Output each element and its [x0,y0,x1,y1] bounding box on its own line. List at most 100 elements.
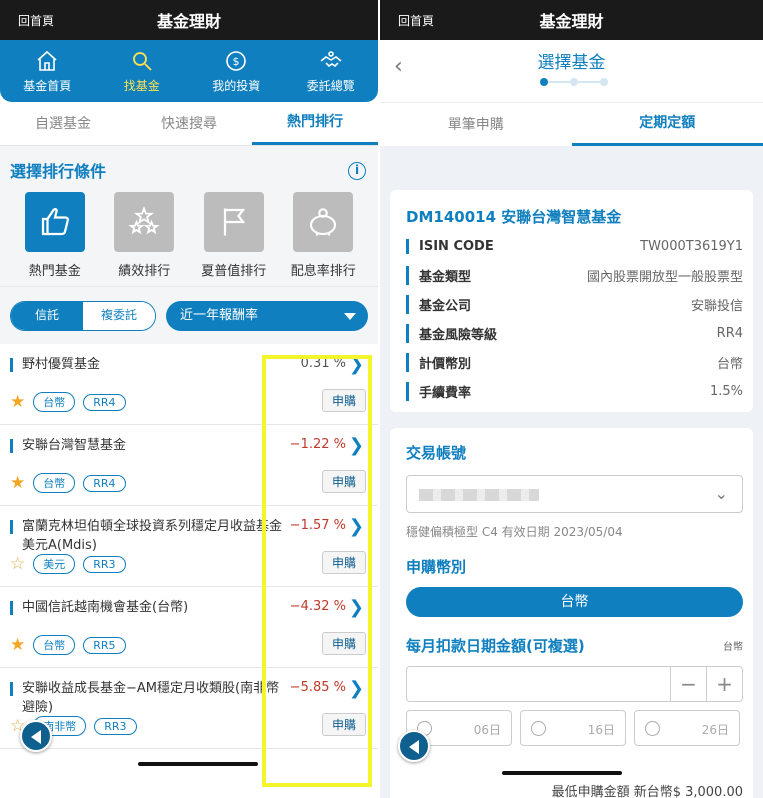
star-icon[interactable]: ★ [10,635,25,655]
svg-text:$: $ [233,55,240,68]
tab-single-purchase[interactable]: 單筆申購 [380,103,572,146]
criteria-hot-funds[interactable]: 熱門基金 [10,192,100,279]
fund-row[interactable]: 中國信託越南機會基金(台幣) −4.32 % ❯ ★ 台幣 RR5 申購 [0,587,378,668]
ranking-criteria: 選擇排行條件 i 熱門基金 績效排行 夏普值排行 配息率排行 [0,146,378,286]
stars-icon [128,205,160,235]
fund-name: 安聯台灣智慧基金 [22,438,127,453]
info-row: 手續費率 1.5% [406,382,743,401]
criteria-label: 配息率排行 [290,264,356,279]
day-option[interactable]: 26日 [634,710,740,746]
currency-section-title: 申購幣別 [406,558,467,576]
nav-orders[interactable]: 委託總覽 [284,40,379,102]
criteria-sharpe[interactable]: 夏普值排行 [189,192,279,279]
info-row: 基金類型 國內股票開放型一般股票型 [406,266,743,285]
fund-info-card: DM140014 安聯台灣智慧基金 ISIN CODE TW000T3619Y1 … [390,190,753,412]
info-key: 基金公司 [406,295,471,314]
buy-button[interactable]: 申購 [321,632,366,655]
tab-regular-investment[interactable]: 定期定額 [571,103,763,146]
tab-quick-search[interactable]: 快速搜尋 [126,102,252,145]
piggy-bank-icon [310,208,337,236]
back-arrow-icon[interactable] [20,720,52,752]
star-outline-icon[interactable]: ☆ [10,554,25,574]
fund-row[interactable]: 野村優質基金 0.31 % ❯ ★ 台幣 RR4 申購 [0,344,378,425]
nav-find-fund[interactable]: 找基金 [95,40,190,102]
back-arrow-icon[interactable] [398,730,430,762]
left-screen: 回首頁 基金理財 基金首頁 找基金 $ 我的投資 委託總覽 自選基金 快速搜尋 … [0,0,378,798]
day-label: 26日 [701,723,729,737]
nav-my-investment[interactable]: $ 我的投資 [189,40,284,102]
fund-return: −1.57 % [289,518,346,533]
home-indicator [138,762,258,766]
info-row: 計價幣別 台幣 [406,353,743,372]
fund-list: 野村優質基金 0.31 % ❯ ★ 台幣 RR4 申購 安聯台灣智慧基金 −1.… [0,344,378,749]
tab-bar: 自選基金 快速搜尋 熱門排行 [0,102,378,146]
criteria-performance[interactable]: 績效排行 [100,192,190,279]
day-label: 16日 [587,723,615,737]
day-label: 06日 [473,723,501,737]
day-option[interactable]: 16日 [520,710,626,746]
fund-row[interactable]: 安聯台灣智慧基金 −1.22 % ❯ ★ 台幣 RR4 申購 [0,425,378,506]
plus-button[interactable]: + [706,667,742,701]
amount-section-title: 每月扣款日期金額(可複選) [406,637,585,655]
info-value: RR4 [716,326,743,341]
fund-return: −1.22 % [289,437,346,452]
caret-down-icon [344,312,356,320]
fund-row[interactable]: 富蘭克林坦伯頓全球投資系列穩定月收益基金美元A(Mdis) −1.57 % ❯ … [0,506,378,587]
chevron-right-icon[interactable]: ❯ [349,597,364,618]
minus-button[interactable]: − [670,667,706,701]
chevron-down-icon: ⌄ [714,484,728,503]
star-icon[interactable]: ★ [10,473,25,493]
fund-title: DM140014 安聯台灣智慧基金 [406,208,622,226]
criteria-dividend[interactable]: 配息率排行 [279,192,369,279]
info-key: 計價幣別 [406,353,471,372]
nav-label: 委託總覽 [306,78,355,93]
risk-tag: RR4 [83,474,126,492]
buy-button[interactable]: 申購 [321,713,366,736]
return-period-dropdown[interactable]: 近一年報酬率 [166,300,368,331]
fund-name: 安聯收益成長基金−AM穩定月收類股(南非幣避險) [22,681,280,715]
info-value: 安聯投信 [690,299,743,314]
chevron-right-icon[interactable]: ❯ [349,516,364,537]
nav-label: 基金首頁 [23,78,72,93]
chevron-right-icon[interactable]: ❯ [349,435,364,456]
masked-account-number [419,489,539,501]
info-key: 手續費率 [406,382,471,401]
info-value: TW000T3619Y1 [640,239,743,254]
account-type-toggle: 信託 複委託 [10,300,156,331]
currency-option-twd[interactable]: 台幣 [406,587,743,617]
account-section-title: 交易帳號 [406,444,467,462]
segment-trust[interactable]: 信託 [11,301,83,330]
tab-hot-ranking[interactable]: 熱門排行 [252,102,378,145]
step-indicator [540,78,608,86]
buy-button[interactable]: 申購 [321,470,366,493]
buy-button[interactable]: 申購 [321,551,366,574]
fund-return: 0.31 % [300,356,346,371]
info-icon[interactable]: i [348,162,366,180]
info-row: 基金公司 安聯投信 [406,295,743,314]
chevron-right-icon[interactable]: ❯ [349,354,364,375]
account-select[interactable]: ⌄ [406,475,743,513]
filter-bar: 信託 複委託 近一年報酬率 [0,286,378,344]
tab-watchlist[interactable]: 自選基金 [0,102,126,145]
risk-tag: RR5 [83,636,126,654]
buy-button[interactable]: 申購 [321,389,366,412]
amount-input[interactable] [407,667,670,701]
info-row: 基金風險等級 RR4 [406,324,743,343]
currency-tag: 美元 [33,554,76,574]
criteria-label: 熱門基金 [28,264,81,279]
info-value: 國內股票開放型一般股票型 [586,270,743,285]
risk-tag: RR3 [94,717,137,735]
dropdown-value: 近一年報酬率 [180,307,259,323]
fund-name: 富蘭克林坦伯頓全球投資系列穩定月收益基金美元A(Mdis) [22,519,283,553]
fund-row[interactable]: 安聯收益成長基金−AM穩定月收類股(南非幣避險) −5.85 % ❯ ☆ 南非幣… [0,668,378,749]
nav-fund-home[interactable]: 基金首頁 [0,40,95,102]
segment-sub-brokerage[interactable]: 複委託 [83,301,155,330]
star-icon[interactable]: ★ [10,392,25,412]
radio-icon [531,721,546,736]
chevron-right-icon[interactable]: ❯ [349,678,364,699]
risk-tag: RR4 [83,393,126,411]
coin-icon: $ [226,50,247,71]
top-nav: 基金首頁 找基金 $ 我的投資 委託總覽 [0,40,378,102]
criteria-title: 選擇排行條件 [10,162,107,181]
app-title: 基金理財 [539,12,604,31]
